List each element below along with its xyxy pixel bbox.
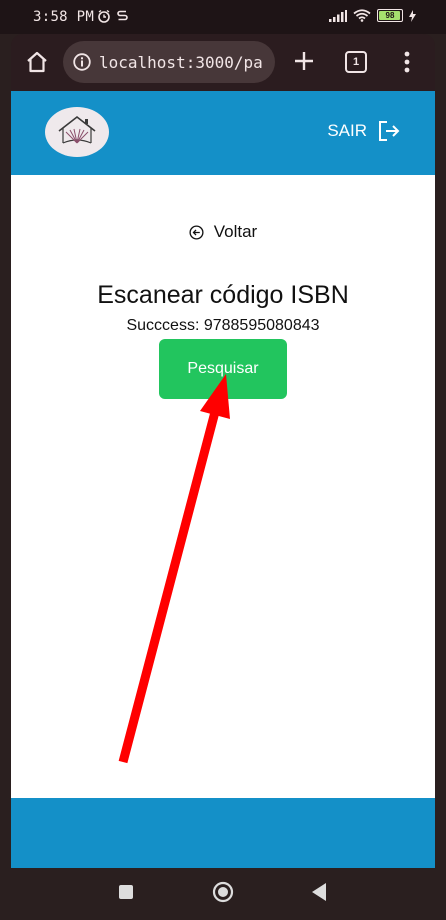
status-time: 3:58 PM — [33, 9, 95, 25]
status-right-cluster: 98 — [329, 9, 416, 22]
charging-icon — [409, 9, 416, 22]
page-title: Escanear código ISBN — [97, 281, 349, 309]
arrow-left-circle-icon — [189, 224, 204, 240]
notification-s-icon — [117, 10, 128, 21]
battery-level: 98 — [385, 11, 395, 20]
search-button[interactable]: Pesquisar — [159, 339, 287, 399]
house-book-logo-icon — [58, 115, 96, 144]
logout-button[interactable]: SAIR — [327, 119, 401, 143]
status-bar: 3:58 PM 98 — [0, 0, 446, 34]
app-header: SAIR — [11, 91, 435, 175]
app-logo[interactable] — [45, 107, 109, 157]
system-nav-bar — [0, 868, 446, 920]
address-bar[interactable]: localhost:3000/pa — [63, 41, 275, 83]
wifi-icon — [353, 9, 371, 22]
back-button-icon[interactable] — [311, 882, 327, 902]
overflow-menu-icon[interactable] — [404, 50, 410, 74]
back-link[interactable]: Voltar — [11, 222, 435, 242]
new-tab-icon[interactable] — [293, 50, 315, 72]
scan-status-text: Succcess: 9788595080843 — [126, 317, 320, 334]
signal-icon — [329, 9, 347, 22]
alarm-icon — [98, 9, 110, 23]
tab-switcher-button[interactable]: 1 — [345, 51, 367, 73]
battery-icon: 98 — [377, 9, 403, 22]
back-label: Voltar — [213, 222, 258, 241]
browser-toolbar: localhost:3000/pa 1 — [11, 34, 435, 91]
recents-button[interactable] — [119, 885, 133, 899]
site-info-icon[interactable] — [73, 53, 91, 71]
logout-icon — [379, 121, 400, 141]
url-text[interactable]: localhost:3000/pa — [99, 53, 269, 72]
home-button-icon[interactable] — [212, 881, 234, 903]
app-footer — [11, 798, 435, 868]
main-content: Voltar Escanear código ISBN Succcess: 97… — [11, 175, 435, 798]
logout-label: SAIR — [327, 121, 367, 140]
home-icon[interactable] — [25, 50, 49, 74]
